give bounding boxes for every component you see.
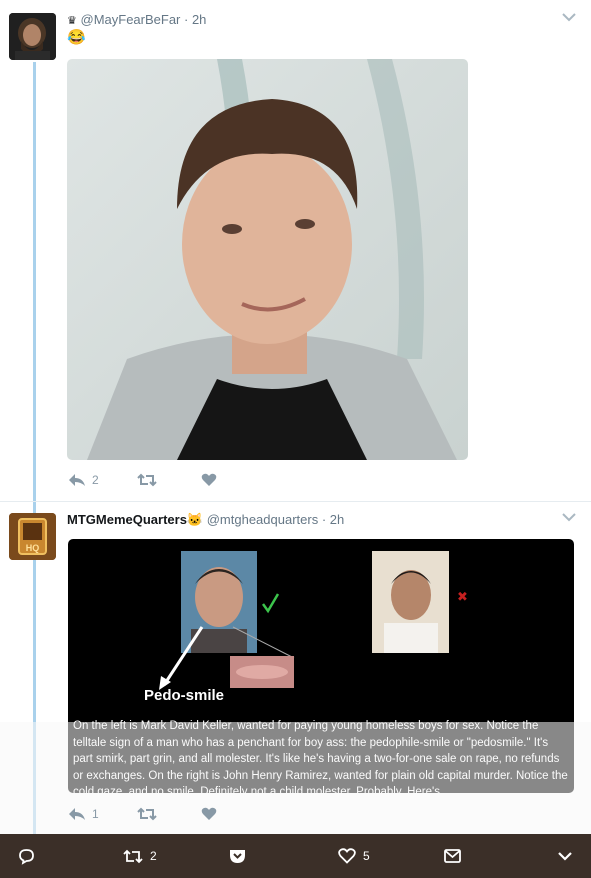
tweet1-handle[interactable]: @MayFearBeFar xyxy=(81,12,181,27)
envelope-icon xyxy=(444,849,461,863)
portrait-photo-icon xyxy=(67,59,468,460)
chevron-down-icon[interactable] xyxy=(561,512,577,522)
heart-icon xyxy=(201,473,216,486)
avatar[interactable] xyxy=(9,13,56,60)
tweet1-actions: 2 xyxy=(68,473,261,487)
chevron-down-icon xyxy=(558,852,572,861)
retweet-button[interactable]: 2 xyxy=(123,834,157,878)
cat-emoji: 🐱 xyxy=(186,512,204,527)
tweet1-time[interactable]: · 2h xyxy=(184,12,206,27)
chevron-down-icon[interactable] xyxy=(561,12,577,22)
thread-panel: ♛ @MayFearBeFar · 2h 😂 2 HQ MTGMemeQuart… xyxy=(0,0,591,834)
avatar[interactable]: HQ xyxy=(9,513,56,560)
reply-count: 2 xyxy=(92,473,99,487)
more-button[interactable] xyxy=(557,834,573,878)
svg-text:✖: ✖ xyxy=(457,589,468,604)
retweet-icon xyxy=(136,807,157,821)
tweet2-handle[interactable]: @mtgheadquarters xyxy=(207,512,318,527)
pocket-button[interactable] xyxy=(229,834,246,878)
reply-icon xyxy=(69,808,85,820)
reply-button[interactable] xyxy=(18,834,35,878)
tweet2-time[interactable]: · 2h xyxy=(322,512,344,527)
retweet-button[interactable] xyxy=(136,807,163,821)
avatar-text: HQ xyxy=(26,543,40,553)
tweet-divider xyxy=(0,501,591,502)
like-button[interactable] xyxy=(201,807,223,821)
tweet2-header: MTGMemeQuarters🐱 @mtgheadquarters · 2h xyxy=(67,512,344,528)
pocket-icon xyxy=(230,850,245,863)
retweet-icon xyxy=(123,849,143,863)
message-button[interactable] xyxy=(444,834,461,878)
retweet-icon xyxy=(136,473,157,487)
like-button[interactable]: 5 xyxy=(338,834,370,878)
tweet2-image[interactable]: ✖ Pedo-smile On the left is Mark David K… xyxy=(68,539,574,793)
tweet1-header: ♛ @MayFearBeFar · 2h xyxy=(67,12,206,27)
image-caption: On the left is Mark David Keller, wanted… xyxy=(73,720,568,793)
heart-icon xyxy=(201,807,216,820)
like-count: 5 xyxy=(363,849,370,863)
like-button[interactable] xyxy=(201,473,223,487)
heart-icon xyxy=(338,848,356,864)
pedo-smile-label: Pedo-smile xyxy=(144,687,225,704)
avatar-bearded-man-icon xyxy=(9,13,56,60)
tweet1-photo[interactable] xyxy=(67,59,468,460)
crown-icon: ♛ xyxy=(67,15,77,27)
reply-button[interactable]: 2 xyxy=(68,473,99,487)
thread-connector-line xyxy=(33,62,36,834)
retweet-count: 2 xyxy=(150,849,157,863)
reply-icon xyxy=(69,474,85,486)
tweet2-display-name[interactable]: MTGMemeQuarters xyxy=(67,512,187,527)
hq-logo-icon: HQ xyxy=(9,513,56,560)
tweet2-actions: 1 xyxy=(68,807,261,821)
reply-count: 1 xyxy=(92,807,99,821)
tweet1-text: 😂 xyxy=(67,29,86,46)
retweet-button[interactable] xyxy=(136,473,163,487)
speech-bubble-icon xyxy=(19,848,34,865)
bottom-action-bar: 2 5 xyxy=(0,834,591,878)
reply-button[interactable]: 1 xyxy=(68,807,99,821)
